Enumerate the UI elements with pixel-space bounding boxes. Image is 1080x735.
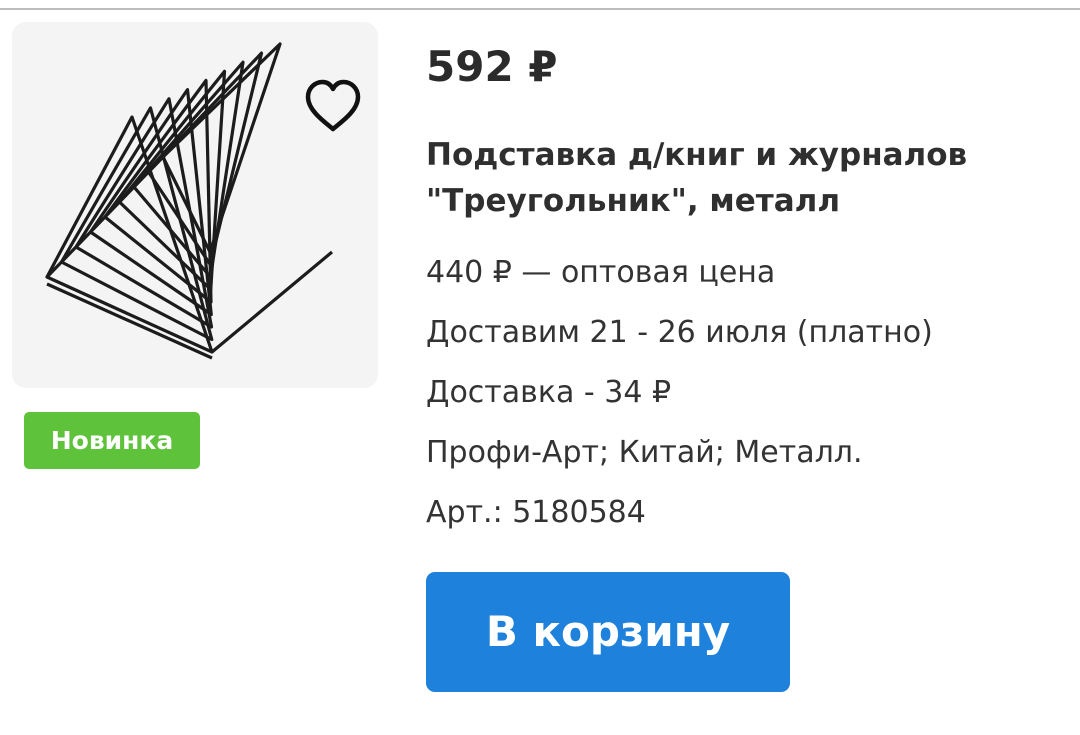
add-to-cart-button[interactable]: В корзину [426, 572, 790, 692]
product-image[interactable] [12, 22, 378, 388]
product-title[interactable]: Подставка д/книг и журналов "Треугольник… [426, 132, 1046, 224]
price: 592 ₽ [426, 42, 558, 91]
wire-frame [59, 106, 214, 342]
product-attributes: Профи-Арт; Китай; Металл. [426, 435, 863, 470]
wire-rail [46, 282, 213, 360]
article-number: Арт.: 5180584 [426, 495, 646, 530]
favorite-heart-icon[interactable] [302, 77, 364, 135]
delivery-cost: Доставка - 34 ₽ [426, 375, 672, 410]
new-badge: Новинка [24, 412, 200, 469]
top-divider [0, 8, 1080, 10]
delivery-date: Доставим 21 - 26 июля (платно) [426, 315, 933, 350]
wire-rail [210, 250, 334, 354]
wire-frame [45, 115, 214, 354]
wholesale-price: 440 ₽ — оптовая цена [426, 255, 776, 290]
wire-rail [45, 155, 165, 279]
